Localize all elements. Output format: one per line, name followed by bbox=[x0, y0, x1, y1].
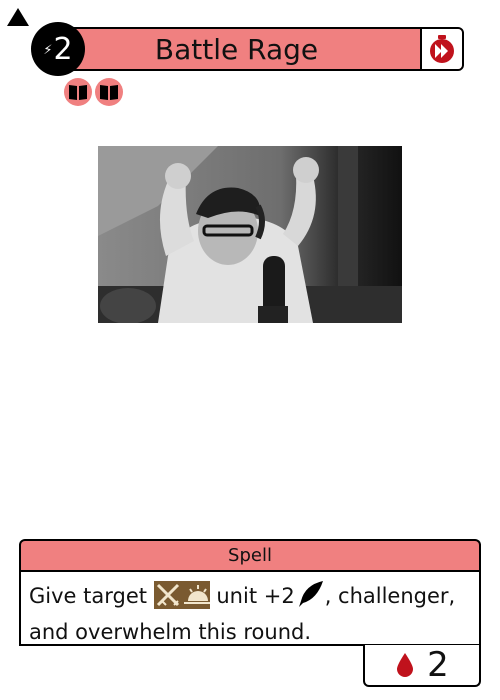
title-bar: Battle Rage bbox=[49, 27, 464, 71]
book-icon bbox=[95, 78, 123, 106]
corner-triangle-icon[interactable] bbox=[7, 8, 29, 26]
speed-badge bbox=[420, 29, 462, 69]
book-icon bbox=[64, 78, 92, 106]
keyword-icons bbox=[64, 78, 123, 106]
cost-badge: 2 bbox=[363, 645, 481, 687]
description-text: and overwhelm this round. bbox=[29, 620, 312, 644]
card-description: Give target unit +2 , challenger, and ov… bbox=[19, 570, 481, 646]
description-text: Give target bbox=[29, 584, 147, 608]
blood-drop-icon bbox=[397, 653, 414, 677]
energy-badge: ⚡ 2 bbox=[31, 22, 85, 76]
cost-value: 2 bbox=[427, 645, 449, 685]
description-text: unit +2 bbox=[216, 584, 295, 608]
burst-speed-icon bbox=[430, 35, 454, 63]
card-title: Battle Rage bbox=[154, 32, 319, 66]
card-art bbox=[98, 146, 402, 323]
card-type: Spell bbox=[19, 539, 481, 570]
quill-icon bbox=[295, 579, 325, 617]
daybreak-tag-icon bbox=[153, 581, 210, 617]
description-text: , challenger, bbox=[324, 584, 456, 608]
lightning-icon: ⚡ bbox=[43, 42, 53, 58]
energy-value: 2 bbox=[53, 31, 73, 67]
